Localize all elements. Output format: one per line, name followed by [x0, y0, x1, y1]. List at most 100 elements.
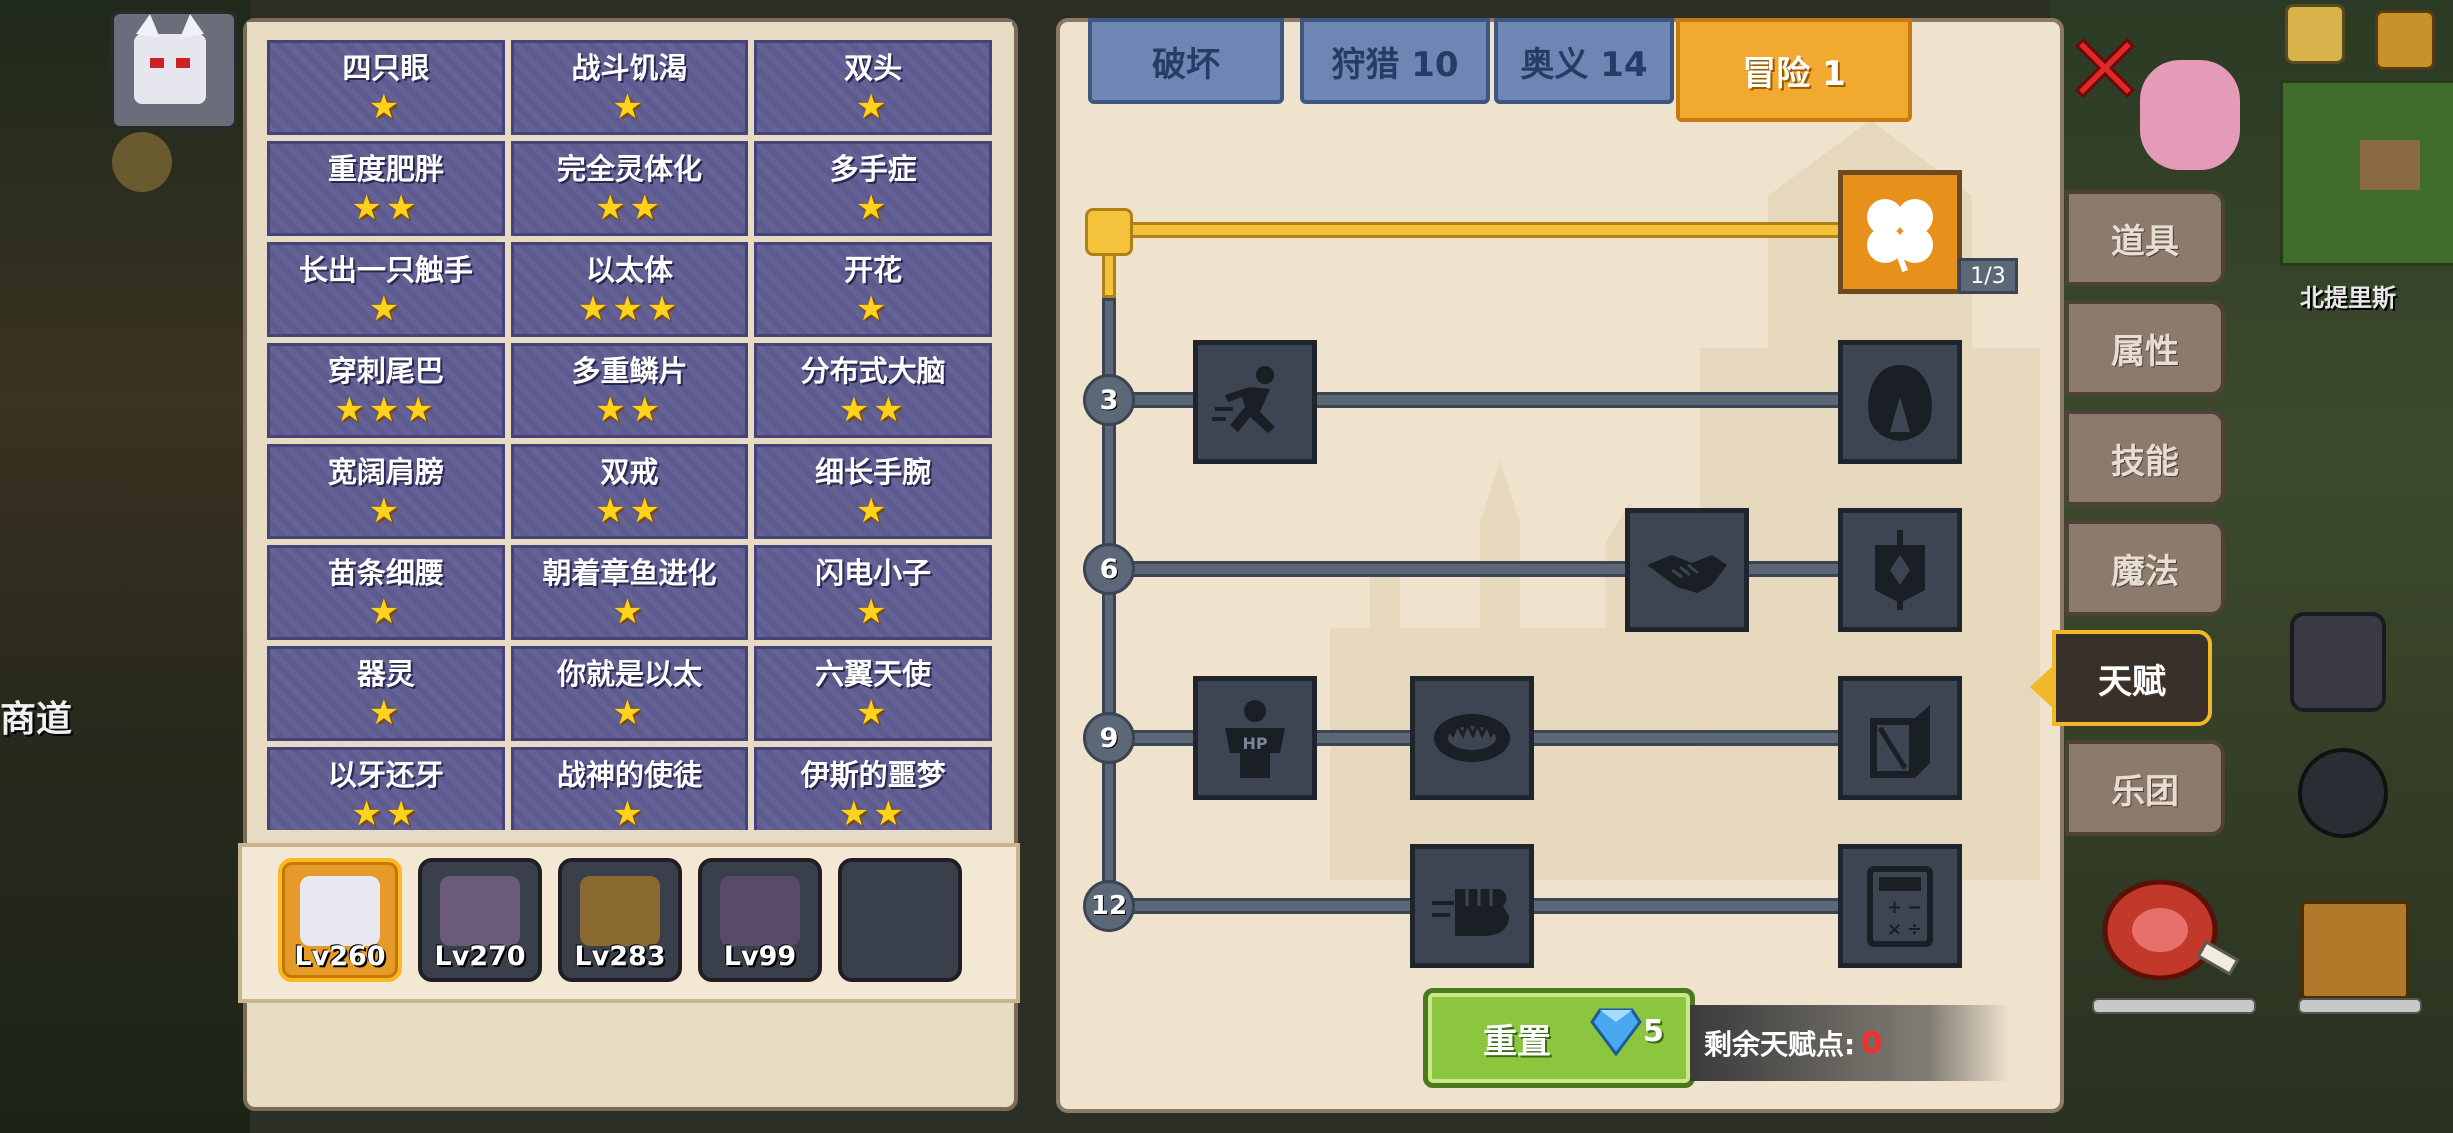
crate-talent[interactable] [1838, 676, 1962, 800]
chest-icon[interactable] [2290, 612, 2386, 712]
trait-cell[interactable]: 多重鳞片 ★★ [510, 343, 749, 438]
trait-name: 穿刺尾巴 [327, 353, 444, 388]
side-tab-talents[interactable]: 天赋 [2052, 630, 2212, 726]
hero-slot[interactable]: Lv99 [698, 858, 822, 982]
reset-cost: 5 [1643, 1014, 1664, 1049]
meat-icon[interactable] [2090, 870, 2250, 1000]
trait-cell[interactable]: 宽阔肩膀 ★ [267, 444, 505, 539]
trait-name: 以牙还牙 [327, 757, 444, 792]
svg-text:HP: HP [1242, 734, 1267, 753]
side-tab-band[interactable]: 乐团 [2065, 740, 2225, 836]
trait-cell[interactable]: 多手症 ★ [754, 141, 992, 236]
hero-portrait [580, 876, 660, 946]
trait-cell[interactable]: 完全灵体化 ★★ [510, 141, 749, 236]
tab-arcane[interactable]: 奥义 14 [1494, 18, 1674, 104]
hooded-figure-talent[interactable] [1838, 340, 1962, 464]
side-tab-attributes[interactable]: 属性 [2065, 300, 2225, 396]
trait-name: 完全灵体化 [556, 151, 702, 186]
trait-name: 六翼天使 [815, 656, 932, 691]
close-icon[interactable] [2065, 28, 2145, 108]
hero-slot[interactable]: Lv270 [418, 858, 542, 982]
trait-cell[interactable]: 以太体 ★★★ [510, 242, 749, 337]
trait-cell[interactable]: 重度肥胖 ★★ [267, 141, 505, 236]
trait-name: 重度肥胖 [327, 151, 444, 186]
trait-cell[interactable]: 分布式大脑 ★★ [754, 343, 992, 438]
clover-talent-count: 1/3 [1958, 258, 2018, 294]
star-rating-icon: ★★ [351, 187, 421, 228]
hp-boost-talent[interactable]: HP [1193, 676, 1317, 800]
trait-grid-scroll-mask [247, 22, 1012, 40]
star-rating-icon: ★ [368, 490, 404, 531]
star-rating-icon: ★ [368, 692, 404, 733]
food-gauge [2092, 998, 2256, 1014]
minimap-location-name: 北提里斯 [2300, 284, 2396, 312]
trait-cell[interactable]: 六翼天使 ★ [754, 646, 992, 741]
star-rating-icon: ★ [855, 591, 891, 632]
trait-name: 长出一只触手 [298, 252, 473, 287]
remaining-points-value: 0 [1861, 1025, 1883, 1061]
star-rating-icon: ★★ [838, 793, 908, 831]
star-rating-icon: ★★★ [334, 389, 438, 430]
trait-cell[interactable]: 苗条细腰 ★ [267, 545, 505, 640]
trait-name: 战斗饥渴 [571, 50, 688, 85]
trait-cell[interactable]: 长出一只触手 ★ [267, 242, 505, 337]
handshake-icon [1647, 555, 1727, 593]
trait-name: 细长手腕 [815, 454, 932, 489]
trait-cell[interactable]: 以牙还牙 ★★ [267, 747, 505, 830]
calculator-icon: + − × ÷ [1867, 866, 1933, 947]
cat-face-icon[interactable] [2298, 748, 2388, 838]
player-avatar[interactable] [110, 10, 238, 130]
buff-icon[interactable] [112, 132, 172, 192]
star-rating-icon: ★ [612, 692, 647, 733]
tree-top-branch [1100, 222, 1850, 238]
sleep-house-icon[interactable] [2300, 900, 2410, 1000]
trait-cell[interactable]: 四只眼 ★ [267, 40, 505, 135]
star-rating-icon: ★ [612, 86, 647, 127]
bear-trap-talent[interactable] [1410, 676, 1534, 800]
sprint-talent[interactable] [1193, 340, 1317, 464]
trait-cell[interactable]: 穿刺尾巴 ★★★ [267, 343, 505, 438]
trait-name: 分布式大脑 [800, 353, 946, 388]
fist-talent[interactable] [1410, 844, 1534, 968]
trait-cell[interactable]: 战斗饥渴 ★ [510, 40, 749, 135]
trait-cell[interactable]: 闪电小子 ★ [754, 545, 992, 640]
side-tab-magic[interactable]: 魔法 [2065, 520, 2225, 616]
clover-talent[interactable] [1838, 170, 1962, 294]
location-side-label: 商道 [0, 699, 73, 740]
hero-slot[interactable]: Lv260 [278, 858, 402, 982]
tree-branch-6 [1112, 561, 1862, 577]
calculator-talent[interactable]: + − × ÷ [1838, 844, 1962, 968]
trait-cell[interactable]: 双头 ★ [754, 40, 992, 135]
exit-icon[interactable] [2375, 10, 2435, 70]
tab-adventure[interactable]: 冒险 1 [1676, 18, 1912, 122]
hero-portrait [720, 876, 800, 946]
side-tab-skills[interactable]: 技能 [2065, 410, 2225, 506]
star-rating-icon: ★★ [838, 389, 908, 430]
banner-talent[interactable] [1838, 508, 1962, 632]
trait-cell[interactable]: 战神的使徒 ★ [510, 747, 749, 830]
star-rating-icon: ★ [855, 288, 891, 329]
trait-cell[interactable]: 开花 ★ [754, 242, 992, 337]
tab-hunt[interactable]: 狩猎 10 [1300, 18, 1490, 104]
side-tab-items[interactable]: 道具 [2065, 190, 2225, 286]
trait-cell[interactable]: 伊斯的噩梦 ★★ [754, 747, 992, 830]
hero-level: Lv260 [294, 941, 386, 972]
tier-node-12: 12 [1083, 880, 1135, 932]
trait-cell[interactable]: 双戒 ★★ [510, 444, 749, 539]
character-portrait-icon[interactable] [2140, 60, 2240, 170]
hero-slot-empty[interactable] [838, 858, 962, 982]
trait-cell[interactable]: 细长手腕 ★ [754, 444, 992, 539]
trait-cell[interactable]: 器灵 ★ [267, 646, 505, 741]
star-rating-icon: ★★ [595, 490, 664, 531]
trait-cell[interactable]: 你就是以太 ★ [510, 646, 749, 741]
trait-cell[interactable]: 朝着章鱼进化 ★ [510, 545, 749, 640]
hero-slot[interactable]: Lv283 [558, 858, 682, 982]
bear-trap-icon [1434, 714, 1510, 762]
tab-destroy[interactable]: 破坏 [1088, 18, 1284, 104]
svg-text:÷: ÷ [1907, 919, 1922, 940]
strongman-hp-icon: HP [1225, 700, 1285, 778]
handshake-talent[interactable] [1625, 508, 1749, 632]
tree-root-node [1085, 208, 1133, 256]
globe-icon[interactable] [2285, 4, 2345, 64]
star-rating-icon: ★ [855, 187, 891, 228]
